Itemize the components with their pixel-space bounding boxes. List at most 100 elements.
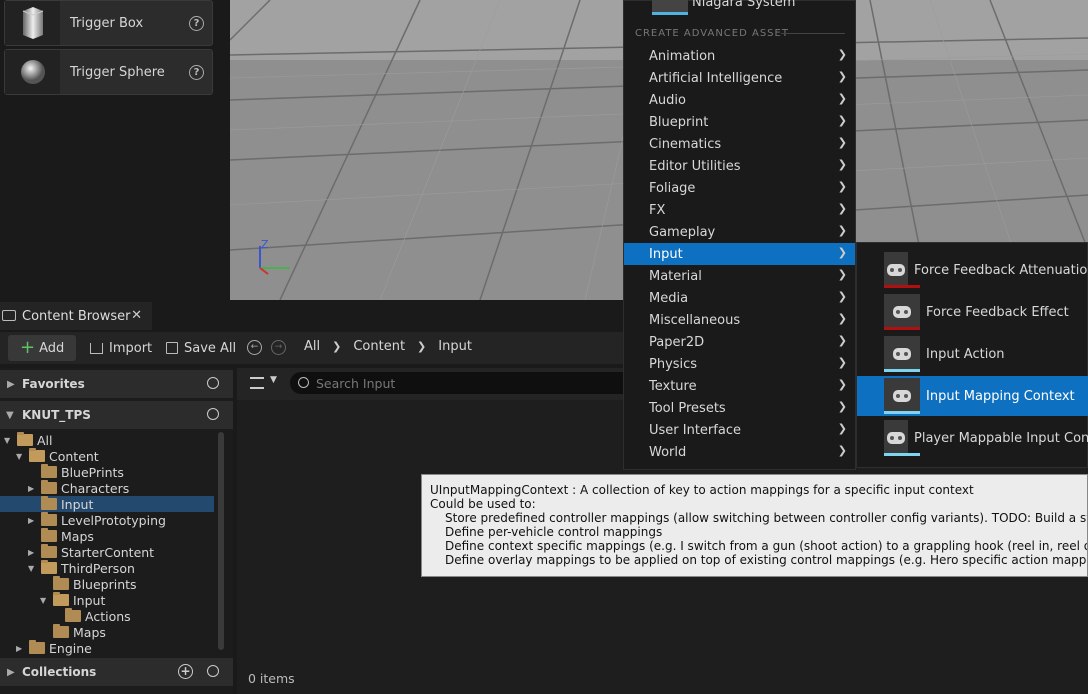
- collections-section-header[interactable]: ▶ Collections +: [0, 658, 233, 686]
- place-item-label: Trigger Sphere: [70, 64, 165, 80]
- search-icon[interactable]: [207, 377, 219, 389]
- submenu-item-label: Player Mappable Input Config: [914, 430, 1088, 446]
- project-section-header[interactable]: ▼ KNUT_TPS: [0, 401, 233, 429]
- chevron-right-icon: ❯: [837, 202, 847, 215]
- menu-item-world[interactable]: World ❯: [624, 441, 855, 463]
- chevron-down-icon[interactable]: ▼: [270, 375, 277, 385]
- chevron-right-icon: ❯: [837, 444, 847, 457]
- tree-folder-item[interactable]: Maps: [28, 528, 214, 544]
- tree-folder-item[interactable]: ▼ Content: [16, 448, 214, 464]
- chevron-right-icon[interactable]: ▶: [28, 516, 38, 525]
- menu-item-media[interactable]: Media ❯: [624, 287, 855, 309]
- back-icon[interactable]: ←: [247, 340, 262, 355]
- folder-icon: [41, 544, 57, 558]
- niagara-system-item[interactable]: Niagara System: [652, 0, 852, 19]
- breadcrumb-item[interactable]: All: [304, 339, 320, 354]
- folder-tab-icon: [2, 310, 16, 321]
- close-icon[interactable]: ✕: [131, 308, 142, 323]
- chevron-right-icon: ❯: [837, 312, 847, 325]
- search-icon[interactable]: [207, 665, 219, 677]
- chevron-down-icon[interactable]: ▼: [4, 436, 14, 445]
- tree-folder-item[interactable]: ▼ Input: [40, 592, 214, 608]
- chevron-right-icon: ❯: [837, 158, 847, 171]
- submenu-item-player-mappable-input-config[interactable]: Player Mappable Input Config: [857, 418, 1088, 458]
- tab-content-browser[interactable]: Content Browser ✕: [0, 302, 152, 330]
- menu-item-texture[interactable]: Texture ❯: [624, 375, 855, 397]
- tree-folder-item[interactable]: ▼ ThirdPerson: [28, 560, 214, 576]
- chevron-right-icon[interactable]: ❯: [332, 340, 341, 353]
- import-button[interactable]: Import: [90, 335, 152, 361]
- filter-icon[interactable]: [250, 377, 264, 389]
- chevron-right-icon: ❯: [837, 70, 847, 83]
- tree-folder-item[interactable]: BluePrints: [28, 464, 214, 480]
- menu-item-label: User Interface: [649, 422, 741, 438]
- submenu-item-input-action[interactable]: Input Action: [857, 334, 1088, 374]
- menu-item-editor-utilities[interactable]: Editor Utilities ❯: [624, 155, 855, 177]
- menu-item-material[interactable]: Material ❯: [624, 265, 855, 287]
- chevron-right-icon: ❯: [837, 334, 847, 347]
- submenu-item-force-feedback-effect[interactable]: Force Feedback Effect: [857, 292, 1088, 332]
- tooltip-line: UInputMappingContext : A collection of k…: [430, 483, 974, 497]
- menu-item-paper2d[interactable]: Paper2D ❯: [624, 331, 855, 353]
- collections-label: Collections: [22, 665, 97, 679]
- menu-item-tool-presets[interactable]: Tool Presets ❯: [624, 397, 855, 419]
- breadcrumb-item[interactable]: Content: [353, 339, 405, 354]
- tree-folder-item[interactable]: ▶ Characters: [28, 480, 214, 496]
- menu-item-foliage[interactable]: Foliage ❯: [624, 177, 855, 199]
- search-icon[interactable]: [207, 408, 219, 420]
- search-icon: [298, 377, 309, 388]
- menu-item-artificial-intelligence[interactable]: Artificial Intelligence ❯: [624, 67, 855, 89]
- place-item-trigger-box[interactable]: Trigger Box ?: [4, 0, 213, 46]
- menu-item-miscellaneous[interactable]: Miscellaneous ❯: [624, 309, 855, 331]
- chevron-down-icon[interactable]: ▼: [40, 596, 50, 605]
- chevron-down-icon[interactable]: ▼: [28, 564, 38, 573]
- menu-item-label: Input: [649, 246, 683, 262]
- menu-item-fx[interactable]: FX ❯: [624, 199, 855, 221]
- add-button[interactable]: + Add: [8, 335, 76, 361]
- input-submenu: Force Feedback Attenuation Force Feedback…: [856, 242, 1088, 468]
- tree-folder-item[interactable]: ▶ StarterContent: [28, 544, 214, 560]
- items-count: 0 items: [248, 671, 295, 686]
- tree-folder-item[interactable]: ▶ Engine: [16, 640, 214, 656]
- submenu-item-force-feedback-attenuation[interactable]: Force Feedback Attenuation: [857, 250, 1088, 290]
- menu-item-label: Artificial Intelligence: [649, 70, 783, 86]
- place-item-trigger-sphere[interactable]: Trigger Sphere ?: [4, 49, 213, 95]
- create-asset-menu: Niagara System CREATE ADVANCED ASSET Ani…: [623, 0, 856, 470]
- favorites-section-header[interactable]: ▶ Favorites: [0, 370, 233, 398]
- save-all-button[interactable]: Save All: [166, 335, 236, 361]
- menu-item-input[interactable]: Input ❯: [624, 243, 855, 265]
- breadcrumb-item[interactable]: Input: [438, 339, 472, 354]
- tree-folder-item[interactable]: Input: [0, 496, 214, 512]
- submenu-item-input-mapping-context[interactable]: Input Mapping Context: [857, 376, 1088, 416]
- tree-folder-item[interactable]: Blueprints: [40, 576, 214, 592]
- help-icon[interactable]: ?: [189, 64, 204, 80]
- menu-item-blueprint[interactable]: Blueprint ❯: [624, 111, 855, 133]
- menu-item-audio[interactable]: Audio ❯: [624, 89, 855, 111]
- tree-folder-item[interactable]: Actions: [52, 608, 214, 624]
- chevron-right-icon[interactable]: ▶: [28, 548, 38, 557]
- chevron-right-icon: ❯: [837, 290, 847, 303]
- menu-item-label: World: [649, 444, 687, 460]
- tree-scrollbar[interactable]: [218, 432, 224, 650]
- axis-z-label: Z: [261, 238, 269, 251]
- tree-folder-item[interactable]: ▶ LevelPrototyping: [28, 512, 214, 528]
- tree-folder-item[interactable]: Maps: [40, 624, 214, 640]
- help-icon[interactable]: ?: [189, 15, 204, 31]
- forward-icon[interactable]: →: [271, 340, 286, 355]
- chevron-right-icon[interactable]: ▶: [16, 644, 26, 653]
- tree-folder-label: All: [37, 432, 53, 448]
- chevron-right-icon[interactable]: ▶: [28, 484, 38, 493]
- tree-folder-item[interactable]: ▼ All: [4, 432, 214, 448]
- tree-folder-label: Maps: [61, 528, 94, 544]
- folder-icon: [41, 464, 57, 478]
- chevron-down-icon[interactable]: ▼: [16, 452, 26, 461]
- menu-item-cinematics[interactable]: Cinematics ❯: [624, 133, 855, 155]
- chevron-right-icon: ❯: [837, 356, 847, 369]
- add-collection-icon[interactable]: +: [178, 664, 193, 679]
- chevron-right-icon[interactable]: ❯: [417, 340, 426, 353]
- menu-item-user-interface[interactable]: User Interface ❯: [624, 419, 855, 441]
- menu-item-animation[interactable]: Animation ❯: [624, 45, 855, 67]
- menu-item-gameplay[interactable]: Gameplay ❯: [624, 221, 855, 243]
- folder-icon: [17, 432, 33, 446]
- menu-item-physics[interactable]: Physics ❯: [624, 353, 855, 375]
